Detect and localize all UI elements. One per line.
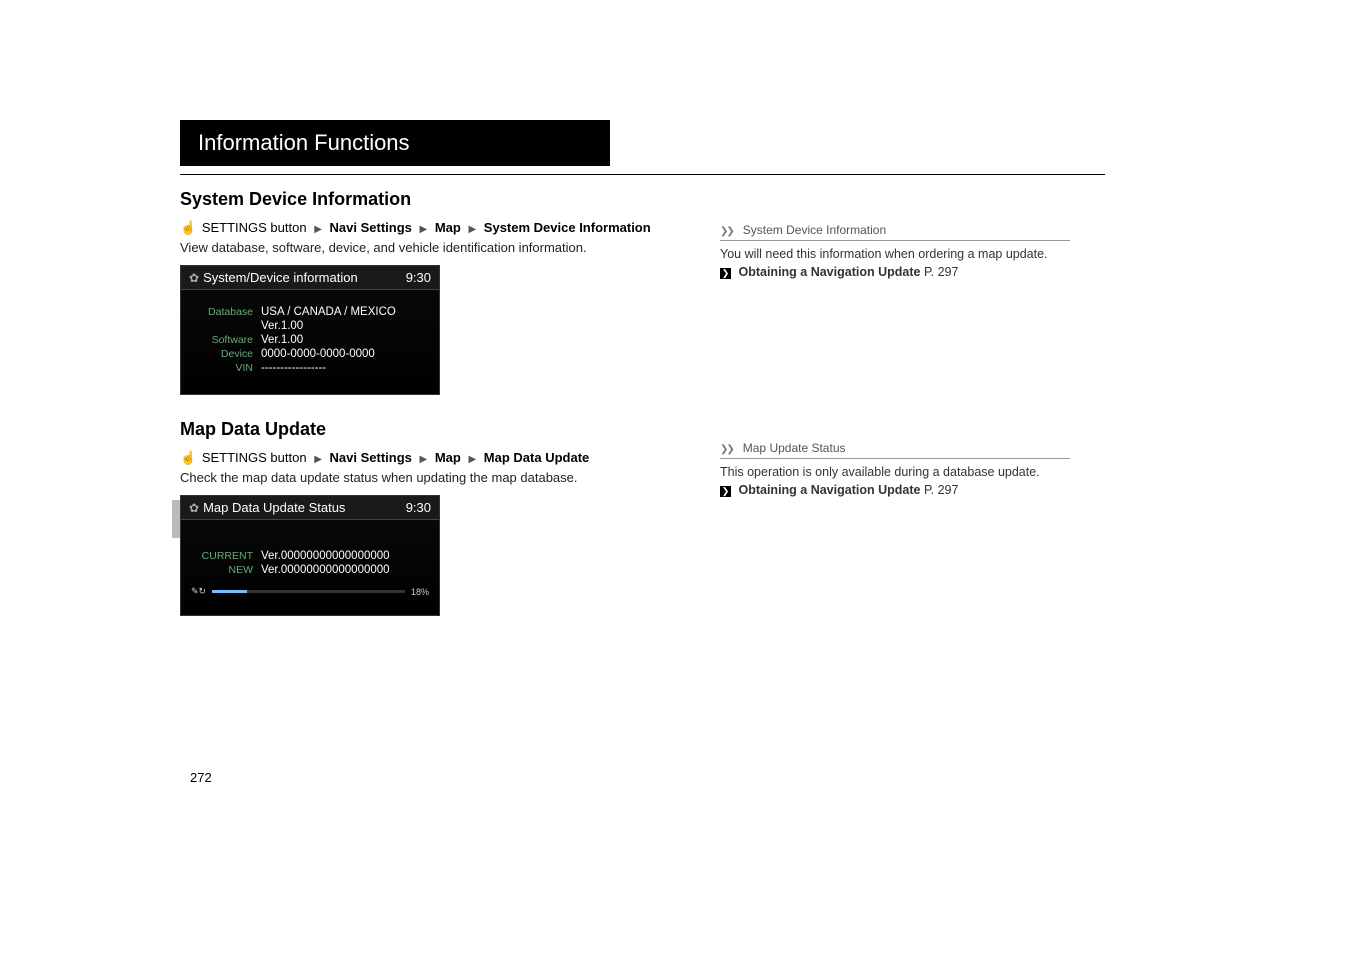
- path-step: Map: [435, 220, 461, 235]
- path-step: System Device Information: [484, 220, 651, 235]
- page-content: Information Functions System Device Info…: [180, 120, 1180, 640]
- ss-title: System/Device information: [203, 270, 358, 285]
- breadcrumb-path-2: ☝ SETTINGS button ▶ Navi Settings ▶ Map …: [180, 450, 680, 466]
- page-number: 272: [190, 770, 212, 785]
- sidebar-column: System Device Information You will need …: [720, 189, 1070, 640]
- sidebar-link-text: Obtaining a Navigation Update: [738, 483, 920, 497]
- sidebar-link-page: P. 297: [924, 483, 959, 497]
- gear-icon: ✿: [189, 501, 199, 515]
- sidebar-text-2: This operation is only available during …: [720, 465, 1070, 479]
- link-square-icon: ❯: [720, 268, 731, 279]
- section2-body: Check the map data update status when up…: [180, 470, 680, 485]
- row-key: CURRENT: [191, 550, 261, 562]
- ss-time: 9:30: [406, 270, 431, 285]
- arrow-icon: ▶: [468, 454, 476, 465]
- sidebar-link-1[interactable]: ❯ Obtaining a Navigation Update P. 297: [720, 265, 1070, 279]
- sidebar-text-1: You will need this information when orde…: [720, 247, 1070, 261]
- row-val: Ver.1.00: [261, 334, 303, 346]
- row-key: [191, 320, 261, 332]
- row-key: Database: [191, 306, 261, 318]
- arrow-icon: ▶: [314, 454, 322, 465]
- row-key: VIN: [191, 362, 261, 374]
- row-key: Software: [191, 334, 261, 346]
- screenshot-map-update: ✿ Map Data Update Status 9:30 CURRENTVer.…: [180, 495, 440, 616]
- progress-row: ✎↻ 18%: [191, 586, 429, 597]
- row-key: Device: [191, 348, 261, 360]
- row-val: Ver.00000000000000000: [261, 550, 390, 562]
- breadcrumb-path-1: ☝ SETTINGS button ▶ Navi Settings ▶ Map …: [180, 220, 680, 236]
- link-square-icon: ❯: [720, 486, 731, 497]
- path-step: Navi Settings: [330, 450, 412, 465]
- progress-bar: [212, 590, 405, 593]
- hand-icon: ☝: [180, 220, 196, 235]
- arrow-icon: ▶: [468, 224, 476, 235]
- arrow-icon: ▶: [314, 224, 322, 235]
- screenshot-system-device: ✿ System/Device information 9:30 Database…: [180, 265, 440, 395]
- path-prefix: SETTINGS button: [202, 220, 307, 235]
- page-title: Information Functions: [180, 120, 610, 166]
- chevron-icon: [720, 223, 737, 237]
- section-heading-map-update: Map Data Update: [180, 419, 680, 440]
- sidebar-title: System Device Information: [743, 223, 886, 237]
- arrow-icon: ▶: [420, 454, 428, 465]
- sidebar-link-2[interactable]: ❯ Obtaining a Navigation Update P. 297: [720, 483, 1070, 497]
- row-val: Ver.00000000000000000: [261, 564, 390, 576]
- gear-icon: ✿: [189, 271, 199, 285]
- path-step: Map: [435, 450, 461, 465]
- row-val: -----------------: [261, 362, 326, 374]
- progress-fill: [212, 590, 247, 593]
- progress-percent: 18%: [411, 587, 429, 597]
- sidebar-note-header-2: Map Update Status: [720, 441, 1070, 459]
- title-rule: [180, 174, 1105, 175]
- sidebar-note-header-1: System Device Information: [720, 223, 1070, 241]
- hand-icon: ☝: [180, 450, 196, 465]
- path-step: Navi Settings: [330, 220, 412, 235]
- sidebar-link-page: P. 297: [924, 265, 959, 279]
- sidebar-link-text: Obtaining a Navigation Update: [738, 265, 920, 279]
- row-val: Ver.1.00: [261, 320, 303, 332]
- row-val: 0000-0000-0000-0000: [261, 348, 375, 360]
- chevron-icon: [720, 441, 737, 455]
- write-icon: ✎↻: [191, 586, 206, 597]
- row-key: NEW: [191, 564, 261, 576]
- section-heading-system-device: System Device Information: [180, 189, 680, 210]
- arrow-icon: ▶: [420, 224, 428, 235]
- path-prefix: SETTINGS button: [202, 450, 307, 465]
- row-val: USA / CANADA / MEXICO: [261, 306, 396, 318]
- ss-title: Map Data Update Status: [203, 500, 345, 515]
- ss-time: 9:30: [406, 500, 431, 515]
- sidebar-title: Map Update Status: [743, 441, 846, 455]
- section1-body: View database, software, device, and veh…: [180, 240, 680, 255]
- path-step: Map Data Update: [484, 450, 589, 465]
- main-column: System Device Information ☝ SETTINGS but…: [180, 189, 680, 640]
